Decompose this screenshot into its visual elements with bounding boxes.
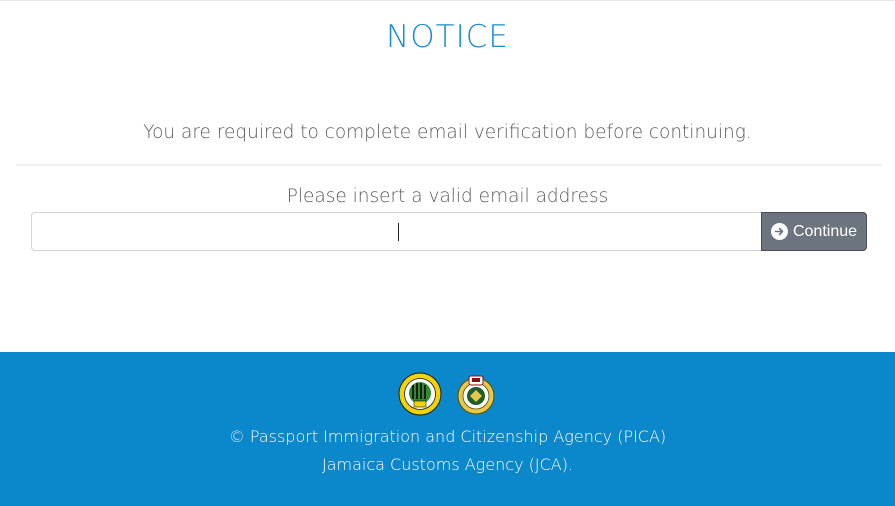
notice-title: NOTICE — [386, 19, 509, 55]
email-input-group: Continue — [31, 212, 867, 251]
email-input[interactable] — [31, 212, 761, 251]
divider — [16, 164, 882, 166]
page: NOTICE You are required to complete emai… — [0, 0, 895, 506]
footer-copyright: © Passport Immigration and Citizenship A… — [228, 427, 667, 446]
footer-logos — [0, 372, 895, 416]
arrow-circle-right-icon — [770, 223, 788, 240]
text-caret — [398, 223, 399, 241]
notice-message: You are required to complete email verif… — [143, 122, 752, 143]
continue-button-label: Continue — [792, 222, 858, 240]
continue-button[interactable]: Continue — [761, 212, 867, 251]
pica-logo — [398, 372, 441, 416]
email-label: Please insert a valid email address — [286, 186, 609, 207]
footer: © Passport Immigration and Citizenship A… — [0, 352, 895, 506]
footer-agency: Jamaica Customs Agency (JCA). — [321, 455, 574, 474]
notice-card: NOTICE You are required to complete emai… — [0, 0, 895, 352]
jca-logo — [457, 375, 494, 415]
